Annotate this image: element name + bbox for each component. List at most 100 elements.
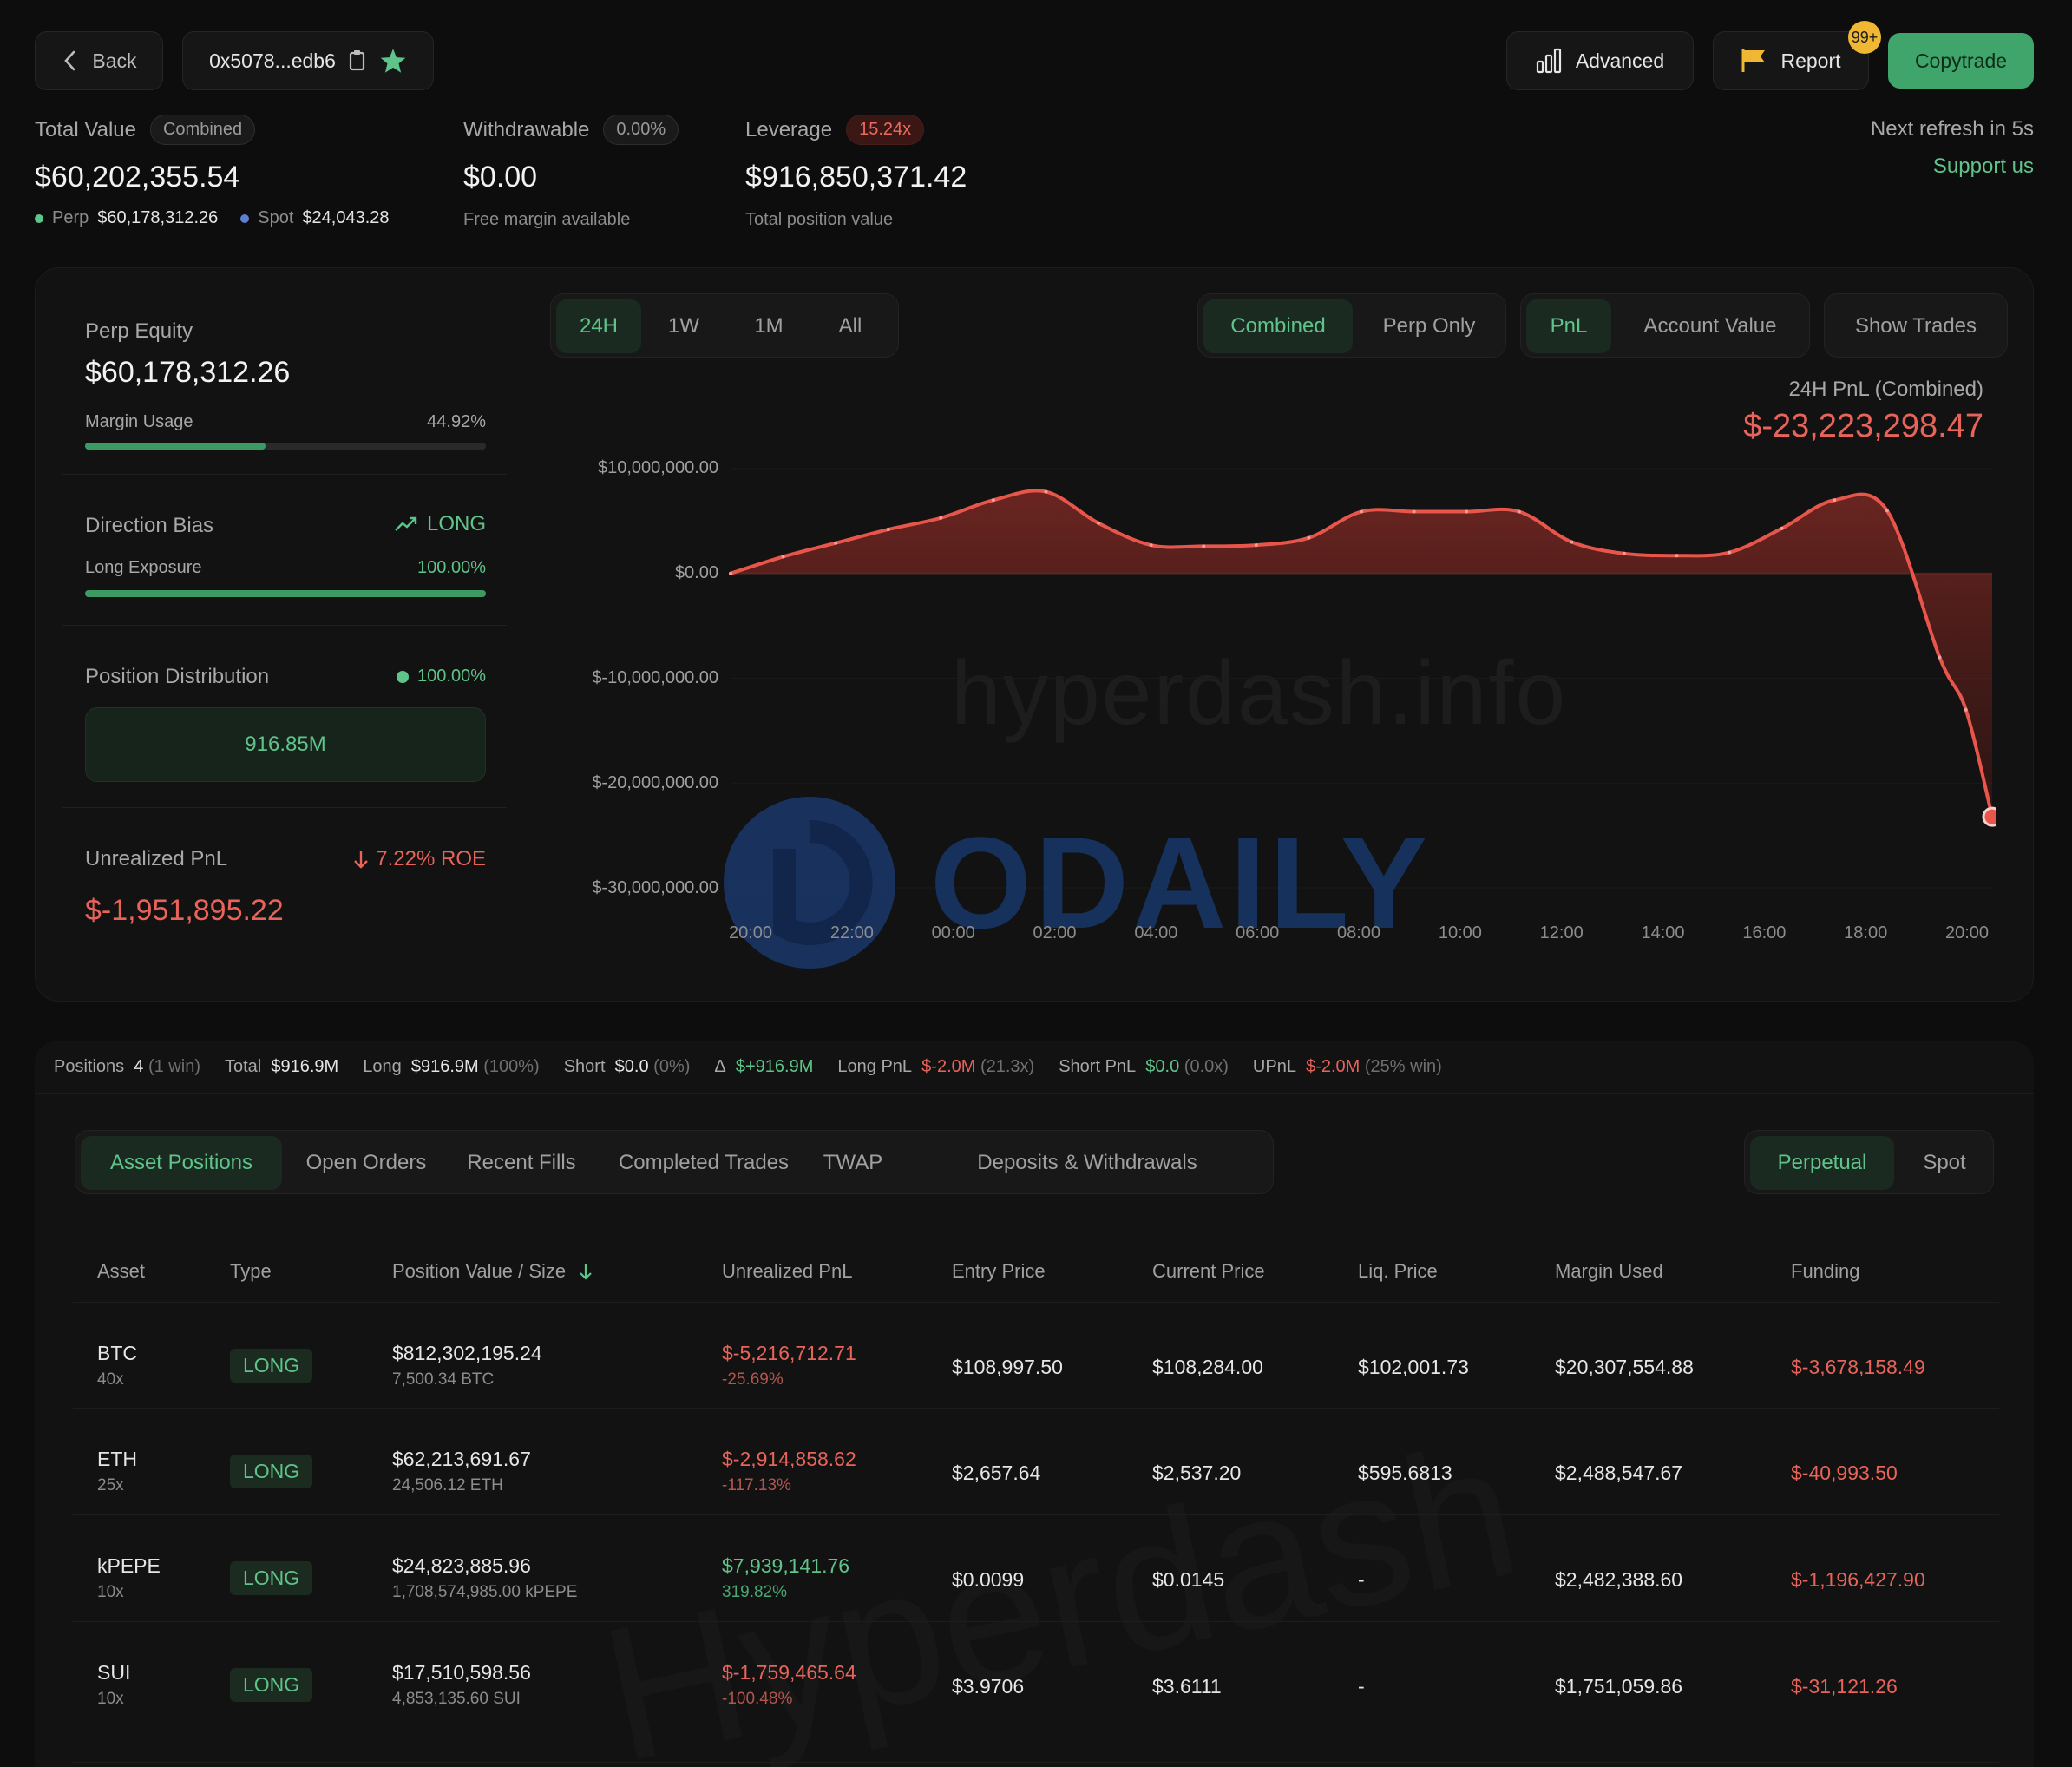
position-distribution-value: 100.00% <box>373 667 486 686</box>
type-badge: LONG <box>230 1561 313 1595</box>
y-tick-label: $10,000,000.00 <box>597 458 718 477</box>
column-header-position-value[interactable]: Position Value / Size <box>392 1260 593 1283</box>
margin-used: $20,307,554.88 <box>1555 1356 1694 1378</box>
tab-1w[interactable]: 1W <box>645 299 723 353</box>
withdrawable-block: Withdrawable 0.00% $0.00 Free margin ava… <box>463 115 724 230</box>
perp-value: $60,178,312.26 <box>97 208 219 227</box>
pnl-area <box>731 490 1992 818</box>
perp-equity-value: $60,178,312.26 <box>85 356 291 389</box>
unrealized-pnl-percent: 319.82% <box>722 1583 788 1601</box>
data-point <box>1307 535 1311 540</box>
tab-1m[interactable]: 1M <box>730 299 808 353</box>
withdrawable-sub: Free margin available <box>463 210 631 229</box>
direction-value-text: LONG <box>426 512 486 535</box>
report-button[interactable]: Report <box>1713 31 1869 90</box>
column-header-margin-used: Margin Used <box>1555 1260 1663 1282</box>
margin-usage-fill <box>85 443 266 450</box>
row-divider <box>73 1762 1999 1763</box>
data-point <box>1833 498 1837 503</box>
data-point <box>1570 540 1574 544</box>
stat-label: Positions <box>54 1057 125 1076</box>
liq-price: - <box>1358 1568 1365 1591</box>
tab-open-orders[interactable]: Open Orders <box>291 1136 442 1190</box>
tab-pnl[interactable]: PnL <box>1526 299 1611 353</box>
row-divider <box>73 1302 1999 1303</box>
data-point <box>1885 509 1889 513</box>
x-tick-label: 04:00 <box>1134 923 1178 943</box>
advanced-label: Advanced <box>1575 49 1665 72</box>
asset-name[interactable]: SUI <box>97 1661 130 1685</box>
tab-combined[interactable]: Combined <box>1203 299 1353 353</box>
y-tick-label: $0.00 <box>674 563 718 582</box>
data-point <box>1780 526 1784 530</box>
back-button[interactable]: Back <box>35 31 163 90</box>
asset-name[interactable]: ETH <box>97 1448 137 1471</box>
data-point <box>1254 543 1258 548</box>
data-point <box>1622 551 1626 555</box>
copy-icon[interactable] <box>348 49 367 72</box>
divider <box>62 625 507 626</box>
data-point <box>1964 707 1968 712</box>
star-icon[interactable] <box>379 48 407 74</box>
liq-price: $595.6813 <box>1358 1462 1452 1484</box>
stat-value: $-2.0M <box>921 1057 976 1076</box>
show-trades-label: Show Trades <box>1854 314 1977 338</box>
column-header-liq-price: Liq. Price <box>1358 1260 1438 1282</box>
combined-pill: Combined <box>149 115 256 145</box>
stat-label: Long <box>363 1057 402 1076</box>
y-tick-label: $-30,000,000.00 <box>592 878 718 897</box>
tab-perp-only[interactable]: Perp Only <box>1356 299 1502 353</box>
show-trades-button[interactable]: Show Trades <box>1824 293 2008 358</box>
type-badge: LONG <box>230 1668 313 1702</box>
data-point <box>781 555 785 559</box>
perp-label: Perp <box>52 208 89 227</box>
tab-recent-fills[interactable]: Recent Fills <box>447 1136 596 1190</box>
asset-leverage: 10x <box>97 1690 124 1708</box>
distribution-box[interactable]: 916.85M <box>85 707 486 782</box>
column-header-type: Type <box>230 1260 272 1282</box>
tab-twap[interactable]: TWAP <box>810 1136 896 1190</box>
x-tick-label: 06:00 <box>1236 923 1280 943</box>
stat-label: Long PnL <box>837 1057 913 1076</box>
tab-perpetual[interactable]: Perpetual <box>1750 1136 1894 1190</box>
asset-leverage: 10x <box>97 1583 124 1601</box>
margin-used: $2,482,388.60 <box>1555 1568 1683 1591</box>
support-link[interactable]: Support us <box>1933 154 2034 179</box>
tab-spot[interactable]: Spot <box>1899 1136 1990 1190</box>
row-divider <box>73 1408 1999 1409</box>
asset-name[interactable]: BTC <box>97 1342 137 1365</box>
x-tick-label: 22:00 <box>829 923 874 943</box>
tab-all[interactable]: All <box>811 299 889 353</box>
data-point <box>834 541 838 545</box>
tab-24h[interactable]: 24H <box>556 299 641 353</box>
copytrade-button[interactable]: Copytrade <box>1888 33 2034 89</box>
column-header-asset: Asset <box>97 1260 146 1282</box>
current-point[interactable] <box>1982 806 1996 827</box>
x-tick-label: 08:00 <box>1337 923 1381 943</box>
column-header-entry-price: Entry Price <box>952 1260 1046 1282</box>
position-distribution-label: Position Distribution <box>85 665 270 688</box>
positions-stats-bar: Positions 4 (1 win) Total $916.9M Long $… <box>35 1041 2034 1094</box>
tab-account-value[interactable]: Account Value <box>1615 299 1806 353</box>
divider <box>62 807 507 808</box>
dot-icon <box>397 670 410 683</box>
perp-dot-icon <box>35 213 43 223</box>
leverage-block: Leverage 15.24x $916,850,371.42 Total po… <box>745 115 1058 230</box>
unrealized-pnl-value: $-1,951,895.22 <box>85 894 284 927</box>
tab-asset-positions[interactable]: Asset Positions <box>81 1136 282 1190</box>
total-value-label: Total Value <box>35 117 136 141</box>
data-point <box>1728 550 1732 555</box>
margin-used: $1,751,059.86 <box>1555 1675 1683 1698</box>
data-point <box>1465 509 1469 514</box>
distribution-percent: 100.00% <box>417 667 486 686</box>
tab-completed-trades[interactable]: Completed Trades <box>601 1136 806 1190</box>
asset-name[interactable]: kPEPE <box>97 1554 161 1578</box>
tab-deposits-withdrawals[interactable]: Deposits & Withdrawals <box>905 1136 1269 1190</box>
x-tick-label: 00:00 <box>931 923 975 943</box>
stat-note: (1 win) <box>148 1057 200 1076</box>
scope-selector: Combined Perp Only <box>1197 293 1506 358</box>
wallet-address: 0x5078...edb6 <box>209 49 336 72</box>
data-point <box>1675 554 1679 558</box>
row-divider <box>73 1621 1999 1622</box>
advanced-button[interactable]: Advanced <box>1506 31 1694 90</box>
